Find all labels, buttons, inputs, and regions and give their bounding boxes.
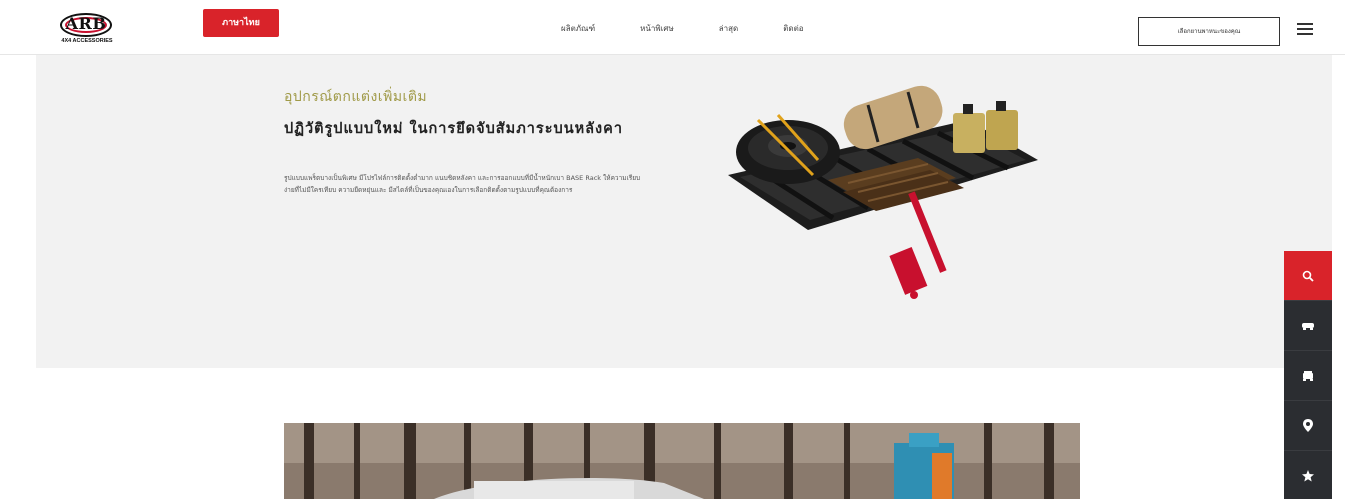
page: ARB 4X4 ACCESSORIES ภาษาไทย ผลิตภัณฑ์ หน… [0, 0, 1345, 499]
hero-headline: ปฏิวัติรูปแบบใหม่ ในการยึดจับสัมภาระบนหล… [284, 121, 623, 137]
main-nav: ผลิตภัณฑ์ หน้าพิเศษ ล่าสุด ติดต่อ [561, 22, 849, 35]
hamburger-icon[interactable] [1297, 23, 1313, 35]
language-button[interactable]: ภาษาไทย [203, 9, 279, 37]
hero-body: รูปแบบแพร็ตบางเป็นพิเศษ มีโปรไฟล์การติดต… [284, 174, 641, 194]
hero-eyebrow: อุปกรณ์ตกแต่งเพิ่มเติม [284, 89, 428, 105]
nav-item-contact[interactable]: ติดต่อ [783, 22, 803, 35]
nav-item-special[interactable]: หน้าพิเศษ [640, 22, 674, 35]
location-pin-icon[interactable] [1284, 401, 1332, 451]
vehicle-icon[interactable] [1284, 301, 1332, 351]
nav-item-latest[interactable]: ล่าสุด [719, 22, 738, 35]
side-dock [1284, 251, 1332, 499]
arb-logo[interactable]: ARB 4X4 ACCESSORIES [56, 13, 118, 47]
logo-word: ARB [65, 14, 107, 33]
roof-rack-image [728, 85, 1038, 299]
logo-subtitle: 4X4 ACCESSORIES [61, 38, 113, 44]
site-header: ARB 4X4 ACCESSORIES ภาษาไทย ผลิตภัณฑ์ หน… [0, 0, 1345, 55]
hero-section [36, 55, 1332, 368]
nav-item-products[interactable]: ผลิตภัณฑ์ [561, 22, 595, 35]
forest-vehicle-photo [284, 423, 1080, 499]
car-front-icon[interactable] [1284, 351, 1332, 401]
star-icon[interactable] [1284, 451, 1332, 499]
search-icon[interactable] [1284, 251, 1332, 301]
vehicle-select-button[interactable]: เลือกยานพาหนะของคุณ [1138, 17, 1280, 46]
